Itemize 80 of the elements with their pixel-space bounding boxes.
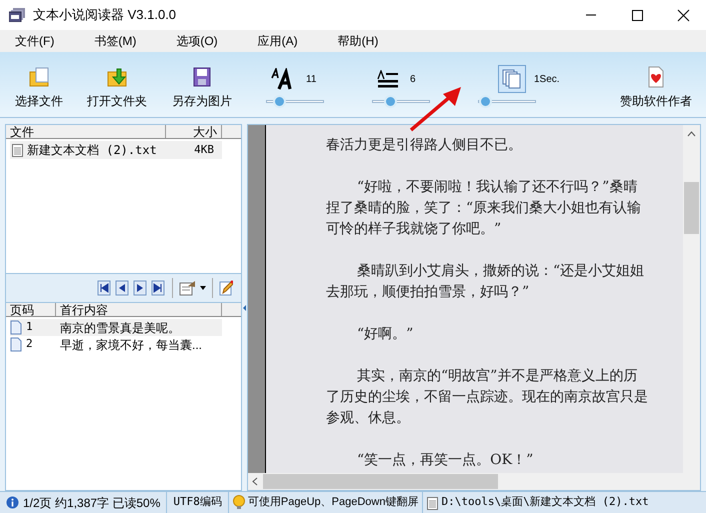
file-row[interactable]: 新建文本文档 (2).txt 4KB: [10, 141, 222, 159]
slider-thumb[interactable]: [384, 95, 398, 108]
text-line: 去那玩，顺便拍拍雪景，好吗？”: [326, 283, 530, 302]
text-line: 了历史的尘埃，不留一点踪迹。现在的南京故宫只是: [326, 388, 649, 407]
last-page-button[interactable]: [150, 279, 166, 297]
edit-button[interactable]: [219, 280, 233, 296]
folder-arrow-icon: [106, 66, 128, 88]
bookmark-dropdown-button[interactable]: [179, 280, 206, 296]
scrollbar-thumb[interactable]: [684, 182, 699, 234]
heart-document-icon: [647, 66, 665, 88]
text-file-icon: [427, 496, 438, 510]
menu-item[interactable]: 选项(O): [169, 31, 225, 51]
pencil-icon: [219, 280, 233, 296]
column-header[interactable]: 文件: [6, 125, 166, 138]
page-number: 2: [26, 336, 34, 352]
text-line: “好啊。”: [356, 325, 414, 344]
folder-icon: [28, 66, 50, 88]
caret-icon: [200, 286, 206, 290]
status-text: D:\tools\桌面\新建文本文档 (2).txt: [441, 494, 649, 510]
column-header[interactable]: 首行内容: [56, 303, 222, 316]
bookmark-row[interactable]: 1 南京的雪景真是美呢。: [10, 319, 222, 336]
text-line: 春活力更是引得路人侧目不已。: [326, 136, 523, 155]
status-text: 1/2页 约1,387字 已读50%: [23, 494, 160, 512]
file-size: 4KB: [194, 142, 214, 158]
text-line: “好啦，不要闹啦！我认输了还不行吗？”桑晴: [356, 178, 638, 197]
vertical-scrollbar[interactable]: [683, 125, 700, 473]
text-file-icon: [12, 143, 23, 157]
column-header[interactable]: 大小: [166, 125, 222, 138]
scrollbar-thumb[interactable]: [263, 474, 498, 489]
status-text: 可使用PageUp、PageDown键翻屏: [248, 495, 418, 510]
horizontal-scrollbar[interactable]: [248, 473, 700, 490]
page-icon: [10, 320, 22, 335]
scroll-left-icon: [252, 477, 258, 486]
toolbar-button[interactable]: 另存为图片: [164, 66, 240, 110]
toolbar-button[interactable]: 打开文件夹: [76, 66, 158, 110]
column-header[interactable]: 页码: [6, 303, 56, 316]
toolbar-button[interactable]: 赞助软件作者: [620, 66, 692, 110]
first-page-icon: [97, 280, 111, 296]
file-name: 新建文本文档 (2).txt: [27, 142, 158, 159]
document-hand-icon: [179, 280, 197, 296]
window-title: 文本小说阅读器 V3.1.0.0: [33, 6, 176, 24]
slider-value: 11: [306, 72, 316, 86]
last-page-icon: [151, 280, 165, 296]
previous-page-icon: [115, 280, 129, 296]
left-arrow-icon: [243, 304, 246, 310]
light-bulb-icon: [232, 495, 245, 510]
next-page-icon: [133, 280, 147, 296]
first-page-button[interactable]: [96, 279, 112, 297]
menu-item[interactable]: 书签(M): [87, 31, 144, 51]
text-line: 捏了桑晴的脸，笑了：“原来我们桑大小姐也有认输: [326, 199, 642, 218]
text-line: “笑一点，再笑一点。OK！”: [356, 451, 534, 470]
line-spacing-icon: [377, 70, 399, 88]
menu-item[interactable]: 应用(A): [250, 31, 305, 51]
menu-item[interactable]: 文件(F): [8, 31, 62, 51]
text-line: 桑晴趴到小艾肩头，撒娇的说：“还是小艾姐姐: [356, 262, 646, 281]
scroll-up-icon: [687, 131, 696, 137]
page-icon: [10, 337, 22, 352]
first-line-text: 早逝，家境不好，每当囊...: [60, 336, 202, 354]
app-icon: [9, 8, 25, 22]
menu-item[interactable]: 帮助(H): [330, 31, 386, 51]
bookmark-row[interactable]: 2 早逝，家境不好，每当囊...: [10, 336, 222, 353]
page-number: 1: [26, 319, 34, 336]
toolbar-button[interactable]: 选择文件: [8, 66, 70, 110]
slider-thumb[interactable]: [272, 95, 286, 108]
status-text: UTF8编码: [173, 494, 222, 510]
next-page-button[interactable]: [132, 279, 148, 297]
arrow-annotation: [410, 87, 461, 132]
slider-thumb[interactable]: [478, 95, 492, 108]
text-line: 其实，南京的“明故宫”并不是严格意义上的历: [356, 367, 638, 386]
pages-icon: [502, 69, 522, 89]
close-icon: [676, 8, 690, 22]
previous-page-button[interactable]: [114, 279, 130, 297]
auto-scroll-button[interactable]: [498, 65, 526, 93]
slider-value: 6: [410, 72, 416, 86]
slider-value: 1Sec.: [534, 72, 560, 86]
first-line-text: 南京的雪景真是美呢。: [60, 320, 180, 336]
maximize-icon: [630, 8, 644, 22]
info-icon: [6, 496, 19, 509]
text-line: 参观、休息。: [326, 409, 411, 428]
text-line: 可怜的样子我就饶了你吧。”: [326, 220, 502, 239]
